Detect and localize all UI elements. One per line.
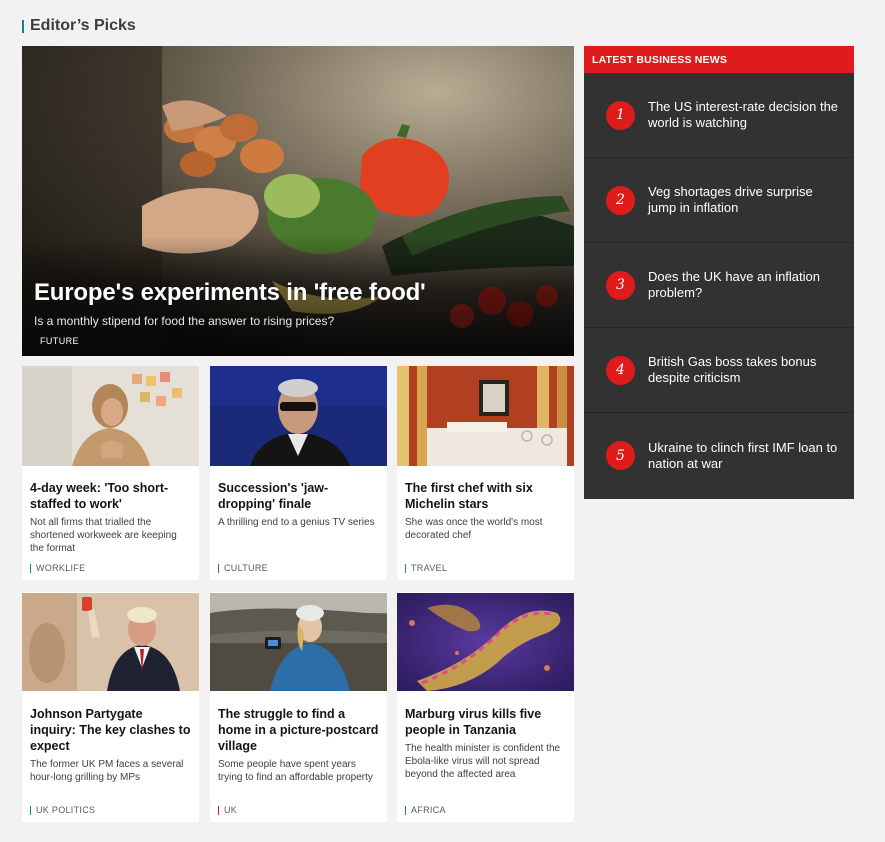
tag-label: WORKLIFE bbox=[36, 563, 86, 573]
story-tag[interactable]: AFRICA bbox=[405, 805, 446, 815]
news-headline[interactable]: Ukraine to clinch first IMF loan to nati… bbox=[648, 440, 842, 472]
story-title[interactable]: Marburg virus kills five people in Tanza… bbox=[405, 706, 566, 738]
story-thumbnail bbox=[210, 593, 387, 691]
news-headline[interactable]: The US interest-rate decision the world … bbox=[648, 99, 842, 131]
rank-badge: 3 bbox=[606, 270, 635, 300]
latest-news-panel: LATEST BUSINESS NEWS 1 The US interest-r… bbox=[584, 46, 854, 499]
story-tag[interactable]: CULTURE bbox=[218, 563, 268, 573]
section-title[interactable]: Editor’s Picks bbox=[30, 17, 136, 35]
tag-label: TRAVEL bbox=[411, 563, 448, 573]
tag-label: CULTURE bbox=[224, 563, 268, 573]
news-headline[interactable]: British Gas boss takes bonus despite cri… bbox=[648, 354, 842, 386]
story-title[interactable]: The first chef with six Michelin stars bbox=[405, 480, 566, 512]
tag-pip bbox=[218, 805, 219, 815]
news-item-5[interactable]: 5 Ukraine to clinch first IMF loan to na… bbox=[584, 413, 854, 498]
rank-badge: 5 bbox=[606, 441, 635, 470]
rank-badge: 2 bbox=[606, 185, 635, 215]
tag-label: UK POLITICS bbox=[36, 805, 96, 815]
story-thumbnail bbox=[210, 366, 387, 466]
news-item-2[interactable]: 2 Veg shortages drive surprise jump in i… bbox=[584, 158, 854, 243]
story-card[interactable]: The struggle to find a home in a picture… bbox=[210, 592, 387, 822]
story-summary: She was once the world's most decorated … bbox=[405, 517, 543, 541]
story-tag[interactable]: WORKLIFE bbox=[30, 563, 85, 573]
section-header: Editor’s Picks bbox=[22, 16, 136, 36]
story-summary: The former UK PM faces a several hour-lo… bbox=[30, 759, 184, 783]
tag-pip bbox=[30, 563, 31, 573]
story-summary: Some people have spent years trying to f… bbox=[218, 759, 373, 783]
tag-label: AFRICA bbox=[411, 805, 446, 815]
hero-title[interactable]: Europe's experiments in 'free food' bbox=[34, 279, 426, 307]
tag-pip bbox=[218, 563, 219, 573]
news-headline[interactable]: Veg shortages drive surprise jump in inf… bbox=[648, 184, 842, 216]
hero-summary: Is a monthly stipend for food the answer… bbox=[34, 314, 335, 328]
story-title[interactable]: Johnson Partygate inquiry: The key clash… bbox=[30, 706, 191, 754]
story-summary: The health minister is confident the Ebo… bbox=[405, 743, 561, 780]
story-title[interactable]: The struggle to find a home in a picture… bbox=[218, 706, 379, 754]
story-title[interactable]: Succession's 'jaw-dropping' finale bbox=[218, 480, 379, 512]
news-item-3[interactable]: 3 Does the UK have an inflation problem? bbox=[584, 243, 854, 328]
story-title[interactable]: 4-day week: 'Too short-staffed to work' bbox=[30, 480, 191, 512]
story-tag[interactable]: TRAVEL bbox=[405, 563, 447, 573]
latest-news-header: LATEST BUSINESS NEWS bbox=[584, 46, 854, 73]
rank-badge: 1 bbox=[606, 100, 635, 130]
story-card[interactable]: Succession's 'jaw-dropping' finale A thr… bbox=[210, 366, 387, 580]
hero-story[interactable]: Europe's experiments in 'free food' Is a… bbox=[22, 46, 574, 356]
story-summary: Not all firms that trialled the shortene… bbox=[30, 517, 177, 554]
hero-tag[interactable]: FUTURE bbox=[40, 336, 79, 346]
tag-pip bbox=[405, 805, 406, 815]
latest-news-heading: LATEST BUSINESS NEWS bbox=[592, 53, 728, 66]
story-card[interactable]: 4-day week: 'Too short-staffed to work' … bbox=[22, 366, 199, 580]
story-tag[interactable]: UK POLITICS bbox=[30, 805, 95, 815]
tag-label: UK bbox=[224, 805, 238, 815]
tag-pip bbox=[405, 563, 406, 573]
section-accent-bar bbox=[22, 19, 24, 33]
story-tag[interactable]: UK bbox=[218, 805, 237, 815]
story-thumbnail bbox=[397, 593, 574, 691]
rank-badge: 4 bbox=[606, 355, 635, 385]
story-card[interactable]: Marburg virus kills five people in Tanza… bbox=[397, 592, 574, 822]
news-item-1[interactable]: 1 The US interest-rate decision the worl… bbox=[584, 73, 854, 158]
news-item-4[interactable]: 4 British Gas boss takes bonus despite c… bbox=[584, 328, 854, 413]
news-headline[interactable]: Does the UK have an inflation problem? bbox=[648, 269, 842, 301]
story-card[interactable]: The first chef with six Michelin stars S… bbox=[397, 366, 574, 580]
story-thumbnail bbox=[397, 366, 574, 466]
story-thumbnail bbox=[22, 366, 199, 466]
story-thumbnail bbox=[22, 593, 199, 691]
tag-pip bbox=[30, 805, 31, 815]
story-card[interactable]: Johnson Partygate inquiry: The key clash… bbox=[22, 592, 199, 822]
story-summary: A thrilling end to a genius TV series bbox=[218, 517, 375, 528]
